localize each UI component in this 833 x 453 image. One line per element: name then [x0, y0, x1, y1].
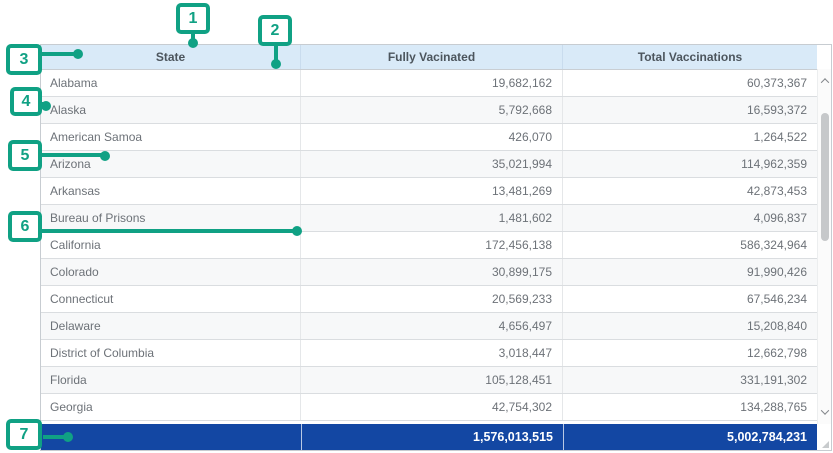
state-cell: Connecticut: [41, 286, 301, 312]
vaccinations-table: State Fully Vacinated Total Vaccinations…: [40, 44, 832, 451]
total-vaccinations-cell: 15,208,840: [563, 313, 817, 339]
resize-grip-icon: [822, 441, 829, 448]
total-vaccinations-cell: 134,288,765: [563, 394, 817, 420]
table-row[interactable]: Delaware4,656,49715,208,840: [41, 313, 817, 340]
callout-marker-1: 1: [176, 3, 210, 34]
table-body: Alabama19,682,16260,373,367Alaska5,792,6…: [41, 69, 817, 424]
column-header-fully-vacinated[interactable]: Fully Vacinated: [301, 45, 563, 69]
callout-dot-5: [100, 151, 110, 161]
total-vaccinations-cell: 4,096,837: [563, 205, 817, 231]
scroll-down-button[interactable]: [818, 404, 832, 420]
scrollbar-thumb[interactable]: [821, 113, 829, 241]
table-row[interactable]: American Samoa426,0701,264,522: [41, 124, 817, 151]
callout-marker-3: 3: [6, 44, 42, 75]
chevron-up-icon: [821, 78, 829, 86]
callout-marker-2: 2: [258, 15, 292, 46]
total-vaccinations-cell: 42,873,453: [563, 178, 817, 204]
total-vaccinations-cell: 91,990,426: [563, 259, 817, 285]
callout-stem-5: [41, 153, 102, 157]
callout-dot-3: [73, 49, 83, 59]
callout-dot-6: [292, 226, 302, 236]
callout-marker-4: 4: [10, 87, 42, 116]
total-vaccinations-cell: 60,373,367: [563, 70, 817, 96]
total-vaccinations-cell: 16,593,372: [563, 97, 817, 123]
fully-vacinated-cell: 30,899,175: [301, 259, 563, 285]
total-vaccinations-cell: 12,662,798: [563, 340, 817, 366]
table-row[interactable]: District of Columbia3,018,44712,662,798: [41, 340, 817, 367]
state-cell: Alabama: [41, 70, 301, 96]
state-cell: Colorado: [41, 259, 301, 285]
header-scrollbar-spacer: [817, 45, 831, 69]
callout-stem-2: [274, 44, 278, 60]
callout-marker-5: 5: [8, 140, 42, 171]
fully-vacinated-cell: 13,481,269: [301, 178, 563, 204]
annotated-table-screenshot: State Fully Vacinated Total Vaccinations…: [0, 0, 833, 453]
table-row[interactable]: Connecticut20,569,23367,546,234: [41, 286, 817, 313]
state-cell: District of Columbia: [41, 340, 301, 366]
callout-dot-7: [63, 432, 73, 442]
callout-dot-4: [41, 101, 51, 111]
state-cell: Georgia: [41, 394, 301, 420]
fully-vacinated-cell: 42,754,302: [301, 394, 563, 420]
scroll-up-button[interactable]: [818, 73, 832, 89]
table-header-row: State Fully Vacinated Total Vaccinations: [41, 45, 831, 69]
table-row[interactable]: Bureau of Prisons1,481,6024,096,837: [41, 205, 817, 232]
callout-dot-1: [188, 38, 198, 48]
state-cell: American Samoa: [41, 124, 301, 150]
fully-vacinated-cell: 3,018,447: [301, 340, 563, 366]
callout-marker-7: 7: [6, 419, 42, 450]
vertical-scrollbar[interactable]: [817, 69, 831, 424]
callout-stem-7: [43, 435, 65, 439]
fully-vacinated-cell: 19,682,162: [301, 70, 563, 96]
fully-vacinated-cell: 426,070: [301, 124, 563, 150]
state-cell: Delaware: [41, 313, 301, 339]
total-total-vaccinations-cell: 5,002,784,231: [563, 424, 817, 450]
fully-vacinated-cell: 4,656,497: [301, 313, 563, 339]
total-vaccinations-cell: 586,324,964: [563, 232, 817, 258]
total-vaccinations-cell: 114,962,359: [563, 151, 817, 177]
callout-stem-6: [41, 229, 294, 233]
state-cell: Arkansas: [41, 178, 301, 204]
table-row[interactable]: California172,456,138586,324,964: [41, 232, 817, 259]
callout-stem-3: [41, 52, 75, 56]
total-vaccinations-cell: 1,264,522: [563, 124, 817, 150]
fully-vacinated-cell: 20,569,233: [301, 286, 563, 312]
callout-dot-2: [271, 59, 281, 69]
table-row[interactable]: Georgia42,754,302134,288,765: [41, 394, 817, 421]
fully-vacinated-cell: 1,481,602: [301, 205, 563, 231]
table-row[interactable]: Colorado30,899,17591,990,426: [41, 259, 817, 286]
callout-marker-6: 6: [8, 211, 42, 242]
state-cell: Bureau of Prisons: [41, 205, 301, 231]
table-row[interactable]: Florida105,128,451331,191,302: [41, 367, 817, 394]
state-cell: Alaska: [41, 97, 301, 123]
table-row[interactable]: Alabama19,682,16260,373,367: [41, 70, 817, 97]
table-row[interactable]: Arkansas13,481,26942,873,453: [41, 178, 817, 205]
table-row[interactable]: Arizona35,021,994114,962,359: [41, 151, 817, 178]
fully-vacinated-cell: 5,792,668: [301, 97, 563, 123]
column-header-total-vaccinations[interactable]: Total Vaccinations: [563, 45, 817, 69]
table-row[interactable]: Alaska5,792,66816,593,372: [41, 97, 817, 124]
fully-vacinated-cell: 172,456,138: [301, 232, 563, 258]
fully-vacinated-cell: 35,021,994: [301, 151, 563, 177]
chevron-down-icon: [821, 406, 829, 414]
fully-vacinated-cell: 105,128,451: [301, 367, 563, 393]
total-vaccinations-cell: 67,546,234: [563, 286, 817, 312]
total-state-cell: [41, 424, 301, 450]
state-cell: California: [41, 232, 301, 258]
state-cell: Florida: [41, 367, 301, 393]
table-total-row: 1,576,013,515 5,002,784,231: [41, 424, 817, 450]
total-fully-vacinated-cell: 1,576,013,515: [301, 424, 563, 450]
total-vaccinations-cell: 331,191,302: [563, 367, 817, 393]
